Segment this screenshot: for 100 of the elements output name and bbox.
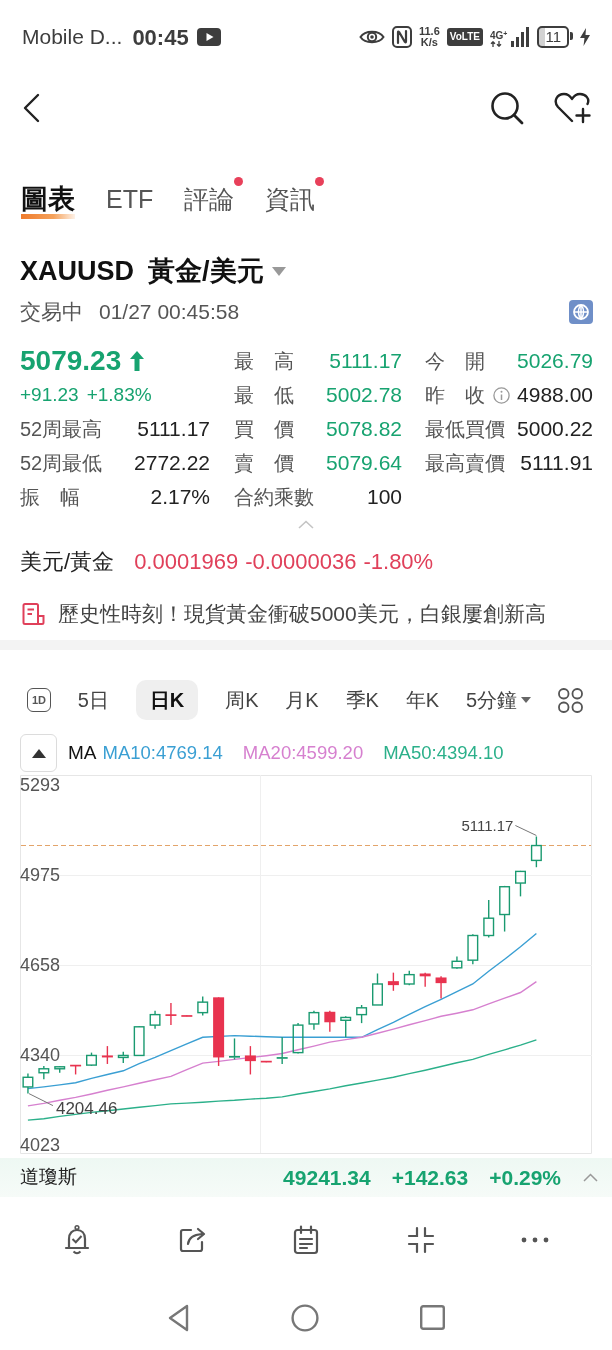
share-icon[interactable] xyxy=(177,1226,206,1254)
more-icon[interactable] xyxy=(520,1236,551,1244)
candlestick xyxy=(308,1009,320,1031)
stat-label: 合約乘數 xyxy=(234,485,314,510)
data-arrows-icon xyxy=(490,41,502,47)
pair-label: 美元/黃金 xyxy=(20,547,115,576)
recents-square-icon[interactable] xyxy=(420,1305,446,1330)
period-tab[interactable]: 周K xyxy=(225,680,259,720)
last-price: 5079.23 xyxy=(20,344,122,378)
stat-value: 5079.64 xyxy=(326,450,402,477)
leader-line xyxy=(514,825,537,836)
info-icon[interactable] xyxy=(493,386,510,404)
play-icon xyxy=(196,28,221,46)
candlestick xyxy=(419,971,431,988)
pair-change: -0.0000036 xyxy=(245,547,357,576)
chevron-up-icon[interactable] xyxy=(583,1173,598,1182)
instrument-name: 黃金/美元 xyxy=(148,254,264,288)
stat-label: 昨 收 xyxy=(425,383,485,408)
candlestick xyxy=(515,870,526,898)
stat-value: 2772.22 xyxy=(134,450,210,477)
caret-down-icon[interactable] xyxy=(271,266,286,276)
favorite-add-icon[interactable] xyxy=(554,91,592,124)
period-tab[interactable]: 年K xyxy=(405,680,440,720)
candlestick xyxy=(356,1004,368,1024)
period-dropdown[interactable]: 5分鐘 xyxy=(465,680,532,720)
tab[interactable]: ETF xyxy=(106,184,154,219)
trading-status: 交易中 xyxy=(20,299,83,326)
grid-icon[interactable] xyxy=(557,687,583,713)
percent-change: +1.83% xyxy=(86,382,152,407)
network-type: 4G$^{+}$ xyxy=(490,30,508,41)
candlestick xyxy=(530,835,542,868)
indicator-name: MA xyxy=(68,740,97,765)
carrier-name: Mobile D... xyxy=(22,24,123,51)
axis-label: 4023 xyxy=(20,1135,61,1156)
axis-label: 4975 xyxy=(20,865,61,886)
axis-label: 4658 xyxy=(20,955,61,975)
period-tab[interactable]: 季K xyxy=(345,680,379,720)
candlestick xyxy=(292,1022,304,1055)
speed-unit: K/s xyxy=(420,37,438,48)
collapse-icon[interactable] xyxy=(406,1226,435,1254)
signal-bars-icon xyxy=(511,27,531,47)
globe-icon[interactable] xyxy=(569,300,593,324)
candlestick xyxy=(340,1015,352,1038)
period-tab[interactable]: 月K xyxy=(285,680,319,720)
tab[interactable]: 資訊 xyxy=(265,184,316,219)
candlestick xyxy=(403,969,415,986)
news-headline[interactable]: 歷史性時刻！現貨黃金衝破5000美元，白銀屢創新高 xyxy=(58,598,546,630)
low-price-label: 4204.46 xyxy=(55,1098,118,1118)
candlestick xyxy=(197,995,209,1017)
stat-label: 52周最高 xyxy=(20,417,103,442)
price-change: +91.23 xyxy=(20,382,79,407)
tab[interactable]: 圖表 xyxy=(21,184,75,219)
candlestick xyxy=(213,996,225,1067)
triangle-up-icon xyxy=(31,748,46,758)
candlestick xyxy=(180,1014,194,1018)
candlestick xyxy=(133,1025,145,1057)
tab[interactable]: 評論 xyxy=(184,184,235,219)
candlestick xyxy=(483,899,495,939)
stat-label: 買 價 xyxy=(234,417,294,442)
axis-label: 4340 xyxy=(20,1045,61,1066)
pair-rate: 0.0001969 xyxy=(134,547,239,576)
candlestick xyxy=(467,933,479,965)
axis-label: 5293 xyxy=(20,775,61,795)
stat-label: 賣 價 xyxy=(234,451,294,476)
candlestick xyxy=(54,1065,66,1074)
stat-value: 5000.22 xyxy=(517,416,593,443)
back-triangle-icon[interactable] xyxy=(166,1303,189,1332)
stat-value: 5078.82 xyxy=(326,416,402,443)
candlestick xyxy=(451,955,463,970)
stat-value: 5026.79 xyxy=(517,348,593,375)
stat-value: 5111.17 xyxy=(137,416,210,443)
back-icon[interactable] xyxy=(22,92,40,123)
candlestick xyxy=(387,971,399,992)
leader-line xyxy=(28,1093,54,1107)
stat-label: 振 幅 xyxy=(20,485,80,510)
instrument-symbol: XAUUSD xyxy=(20,254,134,288)
collapse-button[interactable] xyxy=(20,734,57,772)
candlestick xyxy=(69,1064,82,1076)
timestamp: 01/27 00:45:58 xyxy=(99,299,240,326)
candlestick xyxy=(324,1009,336,1033)
network-speed: 11.6 xyxy=(419,26,440,37)
volte-badge: VoLTE xyxy=(446,28,483,46)
candlestick xyxy=(275,1036,289,1065)
pair-percent-change: -1.80% xyxy=(363,547,434,576)
moving-average-value: MA50:4394.10 xyxy=(383,741,504,766)
stat-value: 100 xyxy=(366,484,402,511)
period-tab[interactable]: 5日 xyxy=(77,680,109,720)
home-circle-icon[interactable] xyxy=(291,1303,320,1332)
period-tab[interactable]: 1D xyxy=(27,688,51,712)
search-icon[interactable] xyxy=(490,90,524,125)
stat-value: 5002.78 xyxy=(326,382,402,409)
clock-time: 00:45 xyxy=(132,23,189,52)
index-change: +142.63 xyxy=(391,1164,469,1191)
period-tab[interactable]: 日K xyxy=(135,680,199,720)
stat-value: 5111.91 xyxy=(520,450,593,477)
stat-label: 52周最低 xyxy=(20,451,103,476)
notepad-icon[interactable] xyxy=(293,1225,320,1255)
candlestick xyxy=(259,1060,273,1063)
high-price-label: 5111.17 xyxy=(461,816,514,834)
candlestick xyxy=(38,1065,50,1080)
